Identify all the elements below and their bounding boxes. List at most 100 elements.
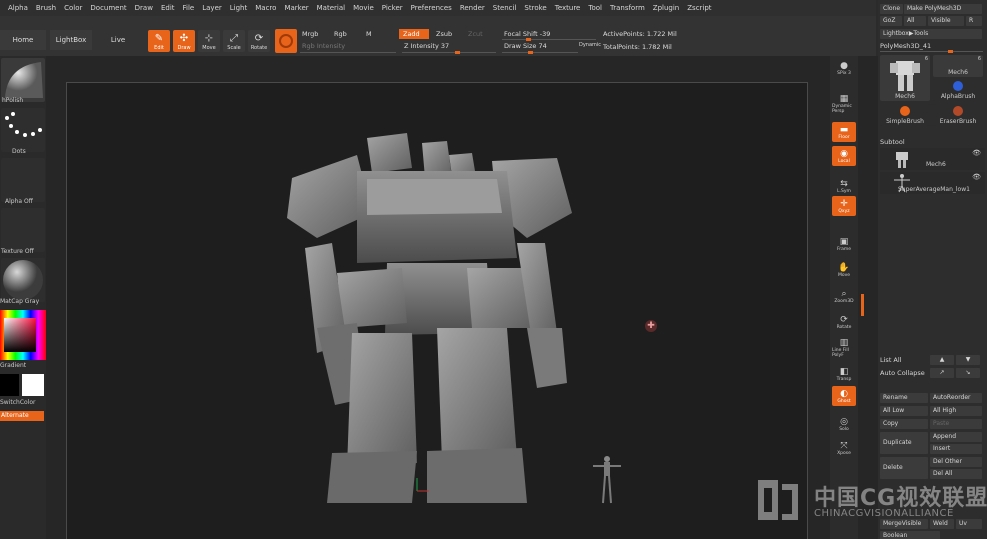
alpha-selector[interactable] <box>1 158 45 202</box>
menu-alpha[interactable]: Alpha <box>4 0 32 16</box>
menu-macro[interactable]: Macro <box>251 0 280 16</box>
menu-zplugin[interactable]: Zplugin <box>649 0 683 16</box>
menu-zscript[interactable]: Zscript <box>683 0 715 16</box>
subtool-item-superaverageman[interactable]: SuperAverageMan_low1 👁 <box>880 172 985 194</box>
tool-thumb-mech6-small[interactable]: 6 Mech6 <box>933 55 983 77</box>
menu-layer[interactable]: Layer <box>198 0 226 16</box>
shelf-axis-button[interactable]: ✛ Qxyz <box>832 196 856 216</box>
menu-picker[interactable]: Picker <box>378 0 407 16</box>
clone-button[interactable]: Clone <box>880 4 904 14</box>
all-high-button[interactable]: All High <box>930 406 982 416</box>
z-intensity-slider[interactable]: Z Intensity 37 <box>400 41 453 51</box>
eye-icon[interactable]: 👁 <box>972 149 981 157</box>
shelf-xpose-button[interactable]: ⤧ Xpose <box>832 438 856 458</box>
shelf-rotate-button[interactable]: ⟳ Rotate <box>832 312 856 332</box>
texture-selector[interactable] <box>1 208 45 252</box>
move-mode-button[interactable]: ⊹ Move <box>198 30 220 52</box>
current-tool-slider[interactable]: PolyMesh3D_41 <box>880 41 985 51</box>
menu-movie[interactable]: Movie <box>349 0 378 16</box>
all-low-button[interactable]: All Low <box>880 406 928 416</box>
arrow-up-right-button[interactable]: ↗ <box>930 368 954 378</box>
edit-mode-button[interactable]: ✎ Edit <box>148 30 170 52</box>
switch-color-button[interactable]: SwitchColor <box>0 399 36 406</box>
shelf-floor-button[interactable]: ▬ Floor <box>832 122 856 142</box>
auto-reorder-button[interactable]: AutoReorder <box>930 393 982 403</box>
rename-button[interactable]: Rename <box>880 393 928 403</box>
shelf-polyframe-button[interactable]: ▥ Line Fill PolyF <box>832 338 856 358</box>
color-picker-button[interactable] <box>275 29 297 53</box>
zadd-toggle[interactable]: Zadd <box>399 29 429 39</box>
home-page-button[interactable]: Home Page <box>0 30 46 64</box>
dynamic-toggle[interactable]: Dynamic <box>579 42 601 48</box>
secondary-color-swatch[interactable] <box>0 374 19 396</box>
shelf-ghost-button[interactable]: ◐ Ghost <box>832 386 856 406</box>
menu-marker[interactable]: Marker <box>280 0 312 16</box>
shelf-local-button[interactable]: ◉ Local <box>832 146 856 166</box>
tool-thumb-alphabrush[interactable]: AlphaBrush <box>933 79 983 101</box>
menu-brush[interactable]: Brush <box>32 0 60 16</box>
menu-light[interactable]: Light <box>226 0 251 16</box>
shelf-perspective-button[interactable]: ▦ Dynamic Persp <box>832 94 856 114</box>
shelf-symmetry-button[interactable]: ⇆ L.Sym <box>832 176 856 196</box>
zcut-toggle[interactable]: Zcut <box>464 29 487 39</box>
shelf-sphere-button[interactable]: ● SPix 3 <box>832 58 856 78</box>
del-other-button[interactable]: Del Other <box>930 457 982 467</box>
shelf-hand-button[interactable]: ✋ Move <box>832 260 856 280</box>
r-button[interactable]: R <box>966 16 982 26</box>
move-down-button[interactable]: ▼ <box>956 355 980 365</box>
append-button[interactable]: Append <box>930 432 982 442</box>
color-picker-square[interactable] <box>4 318 36 352</box>
menu-file[interactable]: File <box>179 0 199 16</box>
brush-selector[interactable] <box>1 58 45 102</box>
menu-preferences[interactable]: Preferences <box>407 0 456 16</box>
stroke-selector[interactable] <box>1 108 45 152</box>
lightbox-tools-button[interactable]: Lightbox▶Tools <box>880 29 982 39</box>
mrgb-toggle[interactable]: Mrgb <box>298 29 322 39</box>
menu-draw[interactable]: Draw <box>131 0 157 16</box>
visible-button[interactable]: Visible <box>928 16 964 26</box>
make-polymesh-button[interactable]: Make PolyMesh3D <box>904 4 982 14</box>
menu-document[interactable]: Document <box>86 0 130 16</box>
primary-color-swatch[interactable] <box>22 374 44 396</box>
lightbox-button[interactable]: LightBox <box>50 30 92 50</box>
tool-thumb-mech6[interactable]: 6 Mech6 <box>880 55 930 101</box>
copy-button[interactable]: Copy <box>880 419 928 429</box>
paste-button[interactable]: Paste <box>930 419 982 429</box>
rgb-intensity-slider[interactable]: Rgb Intensity <box>298 41 349 51</box>
eye-icon[interactable]: 👁 <box>972 173 981 181</box>
menu-color[interactable]: Color <box>60 0 86 16</box>
menu-stroke[interactable]: Stroke <box>520 0 550 16</box>
shelf-solo-button[interactable]: ◎ Solo <box>832 414 856 434</box>
color-picker[interactable] <box>0 310 46 360</box>
menu-edit[interactable]: Edit <box>157 0 179 16</box>
shelf-zoom-button[interactable]: ⌕ Zoom3D <box>832 286 856 306</box>
3d-viewport[interactable]: ✚ <box>66 82 808 539</box>
goz-button[interactable]: GoZ <box>880 16 902 26</box>
all-button[interactable]: All <box>904 16 926 26</box>
tool-thumb-simplebrush[interactable]: SimpleBrush <box>880 104 930 126</box>
shelf-transparency-button[interactable]: ◧ Transp <box>832 364 856 384</box>
tray-scroll-handle[interactable] <box>861 294 864 316</box>
arrow-down-right-button[interactable]: ↘ <box>956 368 980 378</box>
menu-tool[interactable]: Tool <box>584 0 606 16</box>
duplicate-button[interactable]: Duplicate <box>880 432 928 454</box>
m-toggle[interactable]: M <box>362 29 376 39</box>
menu-stencil[interactable]: Stencil <box>489 0 521 16</box>
alternate-button[interactable]: Alternate <box>0 411 44 421</box>
draw-size-slider[interactable]: Draw Size 74 <box>500 41 551 51</box>
scale-mode-button[interactable]: ⤢ Scale <box>223 30 245 52</box>
rgb-toggle[interactable]: Rgb <box>330 29 351 39</box>
menu-render[interactable]: Render <box>456 0 489 16</box>
tool-thumb-eraserbrush[interactable]: EraserBrush <box>933 104 983 126</box>
move-up-button[interactable]: ▲ <box>930 355 954 365</box>
material-selector[interactable] <box>1 258 45 302</box>
subtool-item-mech6[interactable]: Mech6 👁 <box>880 148 985 170</box>
menu-transform[interactable]: Transform <box>606 0 649 16</box>
menu-texture[interactable]: Texture <box>551 0 585 16</box>
insert-button[interactable]: Insert <box>930 444 982 454</box>
draw-mode-button[interactable]: ✣ Draw <box>173 30 195 52</box>
shelf-frame-button[interactable]: ▣ Frame <box>832 234 856 254</box>
rotate-mode-button[interactable]: ⟳ Rotate <box>248 30 270 52</box>
zsub-toggle[interactable]: Zsub <box>432 29 456 39</box>
live-boolean-button[interactable]: Live Boolean <box>94 30 142 64</box>
